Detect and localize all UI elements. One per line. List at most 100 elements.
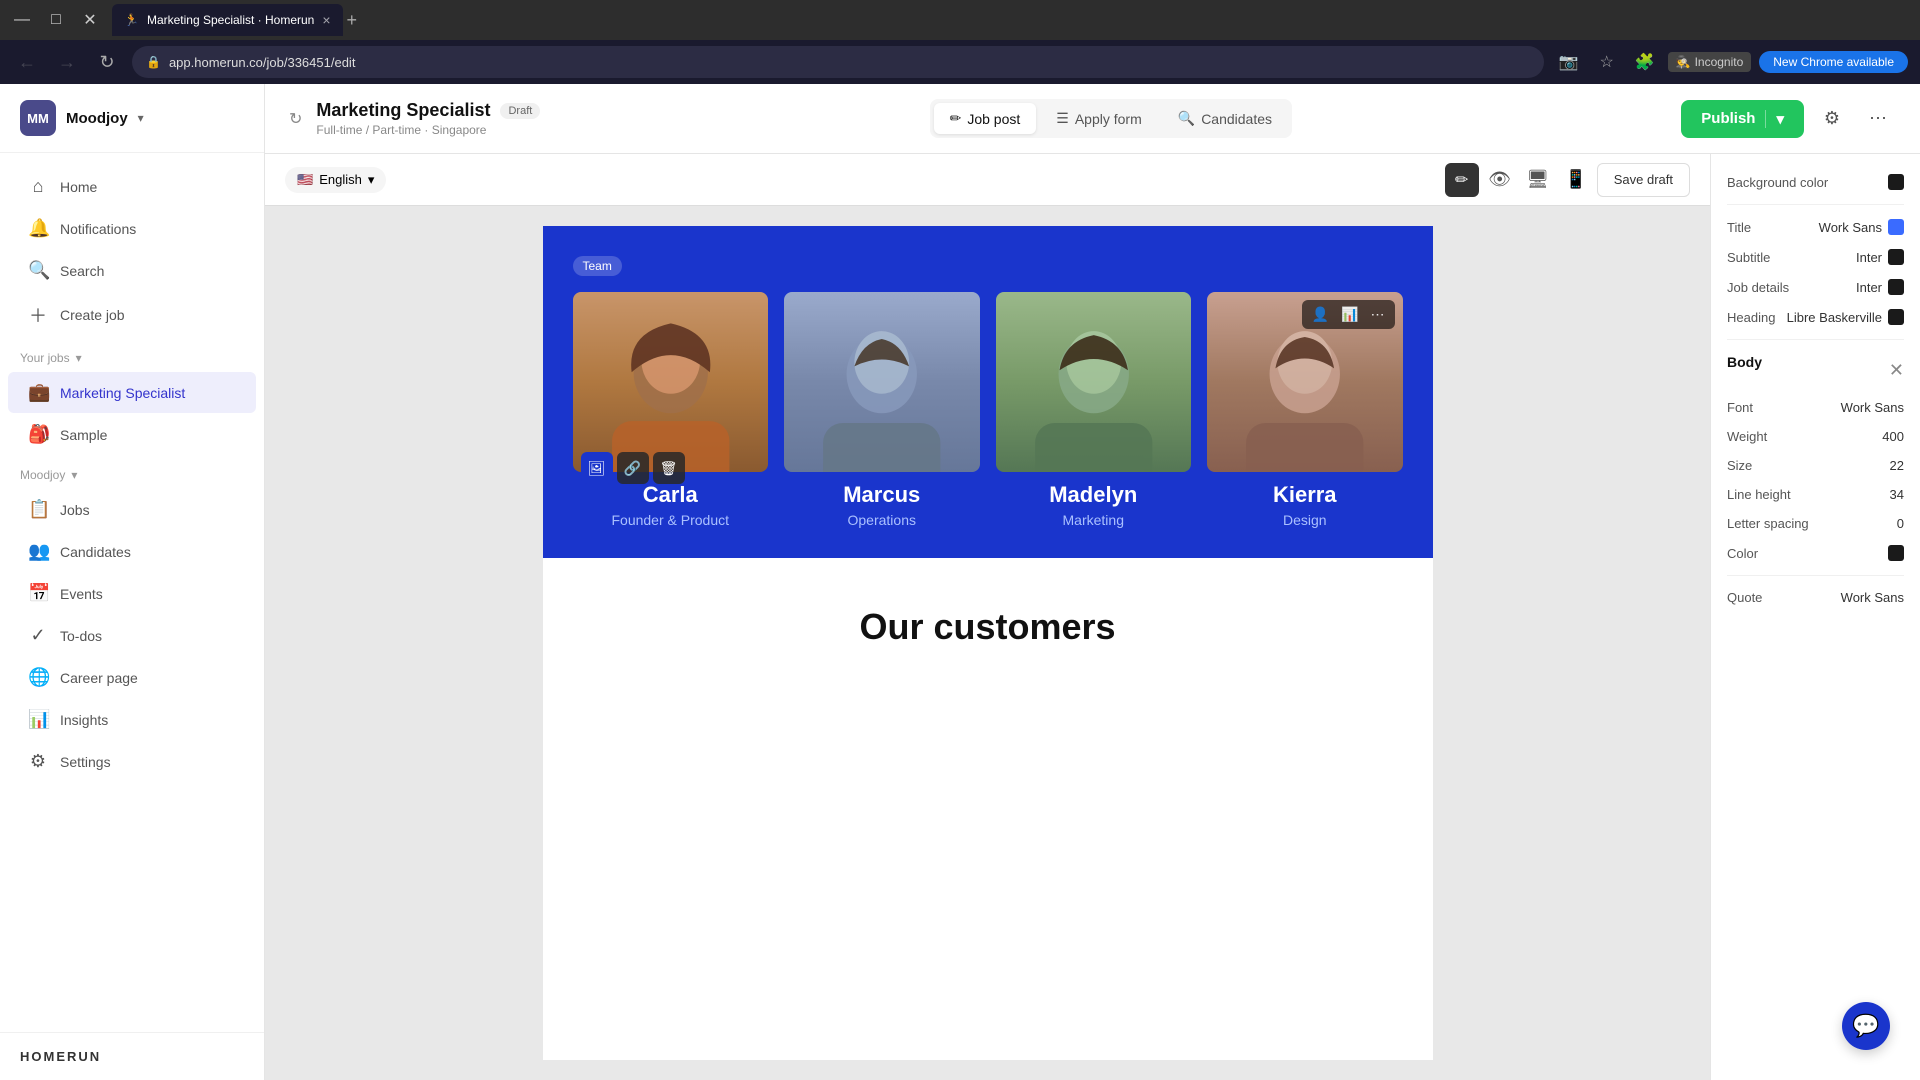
kierra-name: Kierra [1207, 482, 1403, 508]
job-details-color-swatch[interactable] [1888, 279, 1904, 295]
sidebar-item-jobs[interactable]: 📋 Jobs [8, 489, 256, 530]
new-tab-btn[interactable]: + [347, 10, 358, 31]
marcus-name: Marcus [784, 482, 980, 508]
sidebar-item-todos[interactable]: ✓ To-dos [8, 615, 256, 656]
bookmark-icon-btn[interactable]: ☆ [1592, 47, 1622, 77]
sidebar-item-events[interactable]: 📅 Events [8, 573, 256, 614]
weight-value[interactable]: 400 [1882, 429, 1904, 444]
quote-value[interactable]: Work Sans [1841, 590, 1904, 605]
sidebar-item-notifications[interactable]: 🔔 Notifications [8, 208, 256, 249]
tab-candidates[interactable]: 🔍 Candidates [1162, 103, 1288, 134]
company-section-label: Moodjoy ▾ [0, 456, 264, 488]
tab-apply-form[interactable]: ☰ Apply form [1040, 103, 1157, 134]
preview-mode-btn[interactable]: 👁 [1483, 163, 1517, 197]
company-section-arrow[interactable]: ▾ [71, 468, 77, 482]
jobs-icon: 📋 [28, 499, 48, 520]
url-text: app.homerun.co/job/336451/edit [169, 55, 355, 70]
weight-row: Weight 400 [1727, 429, 1904, 444]
new-chrome-btn[interactable]: New Chrome available [1759, 51, 1908, 73]
more-options-button[interactable]: ⋯ [1860, 101, 1896, 137]
link-edit-btn[interactable]: 🔗 [617, 452, 649, 484]
insights-icon: 📊 [28, 709, 48, 730]
mobile-view-btn[interactable]: 📱 [1559, 163, 1593, 197]
back-btn[interactable]: ← [12, 47, 42, 77]
body-color-swatch[interactable] [1888, 545, 1904, 561]
forward-btn[interactable]: → [52, 47, 82, 77]
job-details-value[interactable]: Inter [1856, 279, 1904, 295]
tab-favicon: 🏃 [124, 13, 139, 27]
job-title-block: Marketing Specialist Draft Full-time / P… [316, 100, 540, 137]
sidebar-item-label: Events [60, 586, 103, 602]
omnibox-actions: 📷 ☆ 🧩 🕵 Incognito New Chrome available [1554, 47, 1908, 77]
settings-gear-button[interactable]: ⚙ [1814, 101, 1850, 137]
letter-spacing-label: Letter spacing [1727, 516, 1809, 531]
search-icon: 🔍 [28, 260, 48, 281]
edit-mode-btn[interactable]: ✏ [1445, 163, 1479, 197]
canvas-wrapper: 🇺🇸 English ▾ ✏ 👁 🖥 📱 Save draft [265, 154, 1710, 1080]
sidebar-item-insights[interactable]: 📊 Insights [8, 699, 256, 740]
sidebar-item-create-job[interactable]: ＋ Create job [8, 292, 256, 338]
your-jobs-section: Your jobs ▾ [0, 339, 264, 371]
language-selector[interactable]: 🇺🇸 English ▾ [285, 167, 386, 193]
chat-widget[interactable]: 💬 [1842, 1002, 1890, 1050]
window-close-btn[interactable]: ✕ [76, 6, 104, 34]
title-value[interactable]: Work Sans [1819, 219, 1904, 235]
your-jobs-arrow[interactable]: ▾ [76, 351, 82, 365]
company-dropdown-arrow[interactable]: ▾ [138, 111, 144, 125]
heading-color-swatch[interactable] [1888, 309, 1904, 325]
person-overlay-btn[interactable]: 👤 [1308, 304, 1333, 325]
publish-button[interactable]: Publish ▾ [1681, 100, 1804, 138]
publish-dropdown-arrow[interactable]: ▾ [1765, 110, 1784, 128]
sidebar-item-marketing-specialist[interactable]: 💼 Marketing Specialist [8, 372, 256, 413]
window-minimize-btn[interactable]: — [8, 6, 36, 34]
todos-icon: ✓ [28, 625, 48, 646]
homerun-logo: HOMERUN [20, 1049, 244, 1064]
sync-icon[interactable]: ↻ [289, 109, 302, 129]
url-bar[interactable]: 🔒 app.homerun.co/job/336451/edit [132, 46, 1544, 78]
more-overlay-btn[interactable]: ⋯ [1367, 304, 1389, 325]
sidebar-item-settings[interactable]: ⚙ Settings [8, 741, 256, 782]
camera-icon-btn[interactable]: 📷 [1554, 47, 1584, 77]
chart-overlay-btn[interactable]: 📊 [1337, 304, 1362, 325]
save-draft-button[interactable]: Save draft [1597, 163, 1690, 197]
quote-label: Quote [1727, 590, 1762, 605]
bg-color-swatch[interactable] [1888, 174, 1904, 190]
marcus-role: Operations [784, 512, 980, 528]
subtitle-value[interactable]: Inter [1856, 249, 1904, 265]
font-value[interactable]: Work Sans [1841, 400, 1904, 415]
active-tab[interactable]: 🏃 Marketing Specialist · Homerun × [112, 4, 343, 36]
carla-name: Carla [573, 482, 769, 508]
canvas-content[interactable]: Team [265, 206, 1710, 1080]
heading-value[interactable]: Libre Baskerville [1787, 309, 1904, 325]
tab-job-post[interactable]: ✏ Job post [934, 103, 1037, 134]
company-name: Moodjoy [66, 110, 128, 127]
letter-spacing-value[interactable]: 0 [1897, 516, 1904, 531]
incognito-icon: 🕵 [1676, 55, 1691, 69]
browser-chrome: — □ ✕ 🏃 Marketing Specialist · Homerun ×… [0, 0, 1920, 40]
sidebar-item-label: Candidates [60, 544, 131, 560]
body-section-header: Body ✕ [1727, 354, 1904, 386]
body-close-btn[interactable]: ✕ [1889, 360, 1904, 381]
sidebar-item-home[interactable]: ⌂ Home [8, 166, 256, 207]
image-edit-btn[interactable]: 🖼 [581, 452, 613, 484]
sidebar-item-candidates[interactable]: 👥 Candidates [8, 531, 256, 572]
tab-close-btn[interactable]: × [322, 12, 330, 28]
customer-section: Our customers [543, 558, 1433, 678]
madelyn-name: Madelyn [996, 482, 1192, 508]
kierra-overlay-actions: 👤 📊 ⋯ [1302, 300, 1395, 329]
extensions-icon-btn[interactable]: 🧩 [1630, 47, 1660, 77]
desktop-view-btn[interactable]: 🖥 [1521, 163, 1555, 197]
sidebar-item-search[interactable]: 🔍 Search [8, 250, 256, 291]
refresh-btn[interactable]: ↻ [92, 47, 122, 77]
job-meta: Full-time / Part-time · Singapore [316, 123, 540, 137]
sidebar-item-career-page[interactable]: 🌐 Career page [8, 657, 256, 698]
delete-card-btn[interactable]: 🗑 [653, 452, 685, 484]
sidebar-item-sample[interactable]: 🎒 Sample [8, 414, 256, 455]
subtitle-color-swatch[interactable] [1888, 249, 1904, 265]
your-jobs-label: Your jobs [20, 351, 70, 365]
font-label: Font [1727, 400, 1753, 415]
size-value[interactable]: 22 [1890, 458, 1904, 473]
window-maximize-btn[interactable]: □ [42, 6, 70, 34]
line-height-value[interactable]: 34 [1890, 487, 1904, 502]
title-color-swatch[interactable] [1888, 219, 1904, 235]
